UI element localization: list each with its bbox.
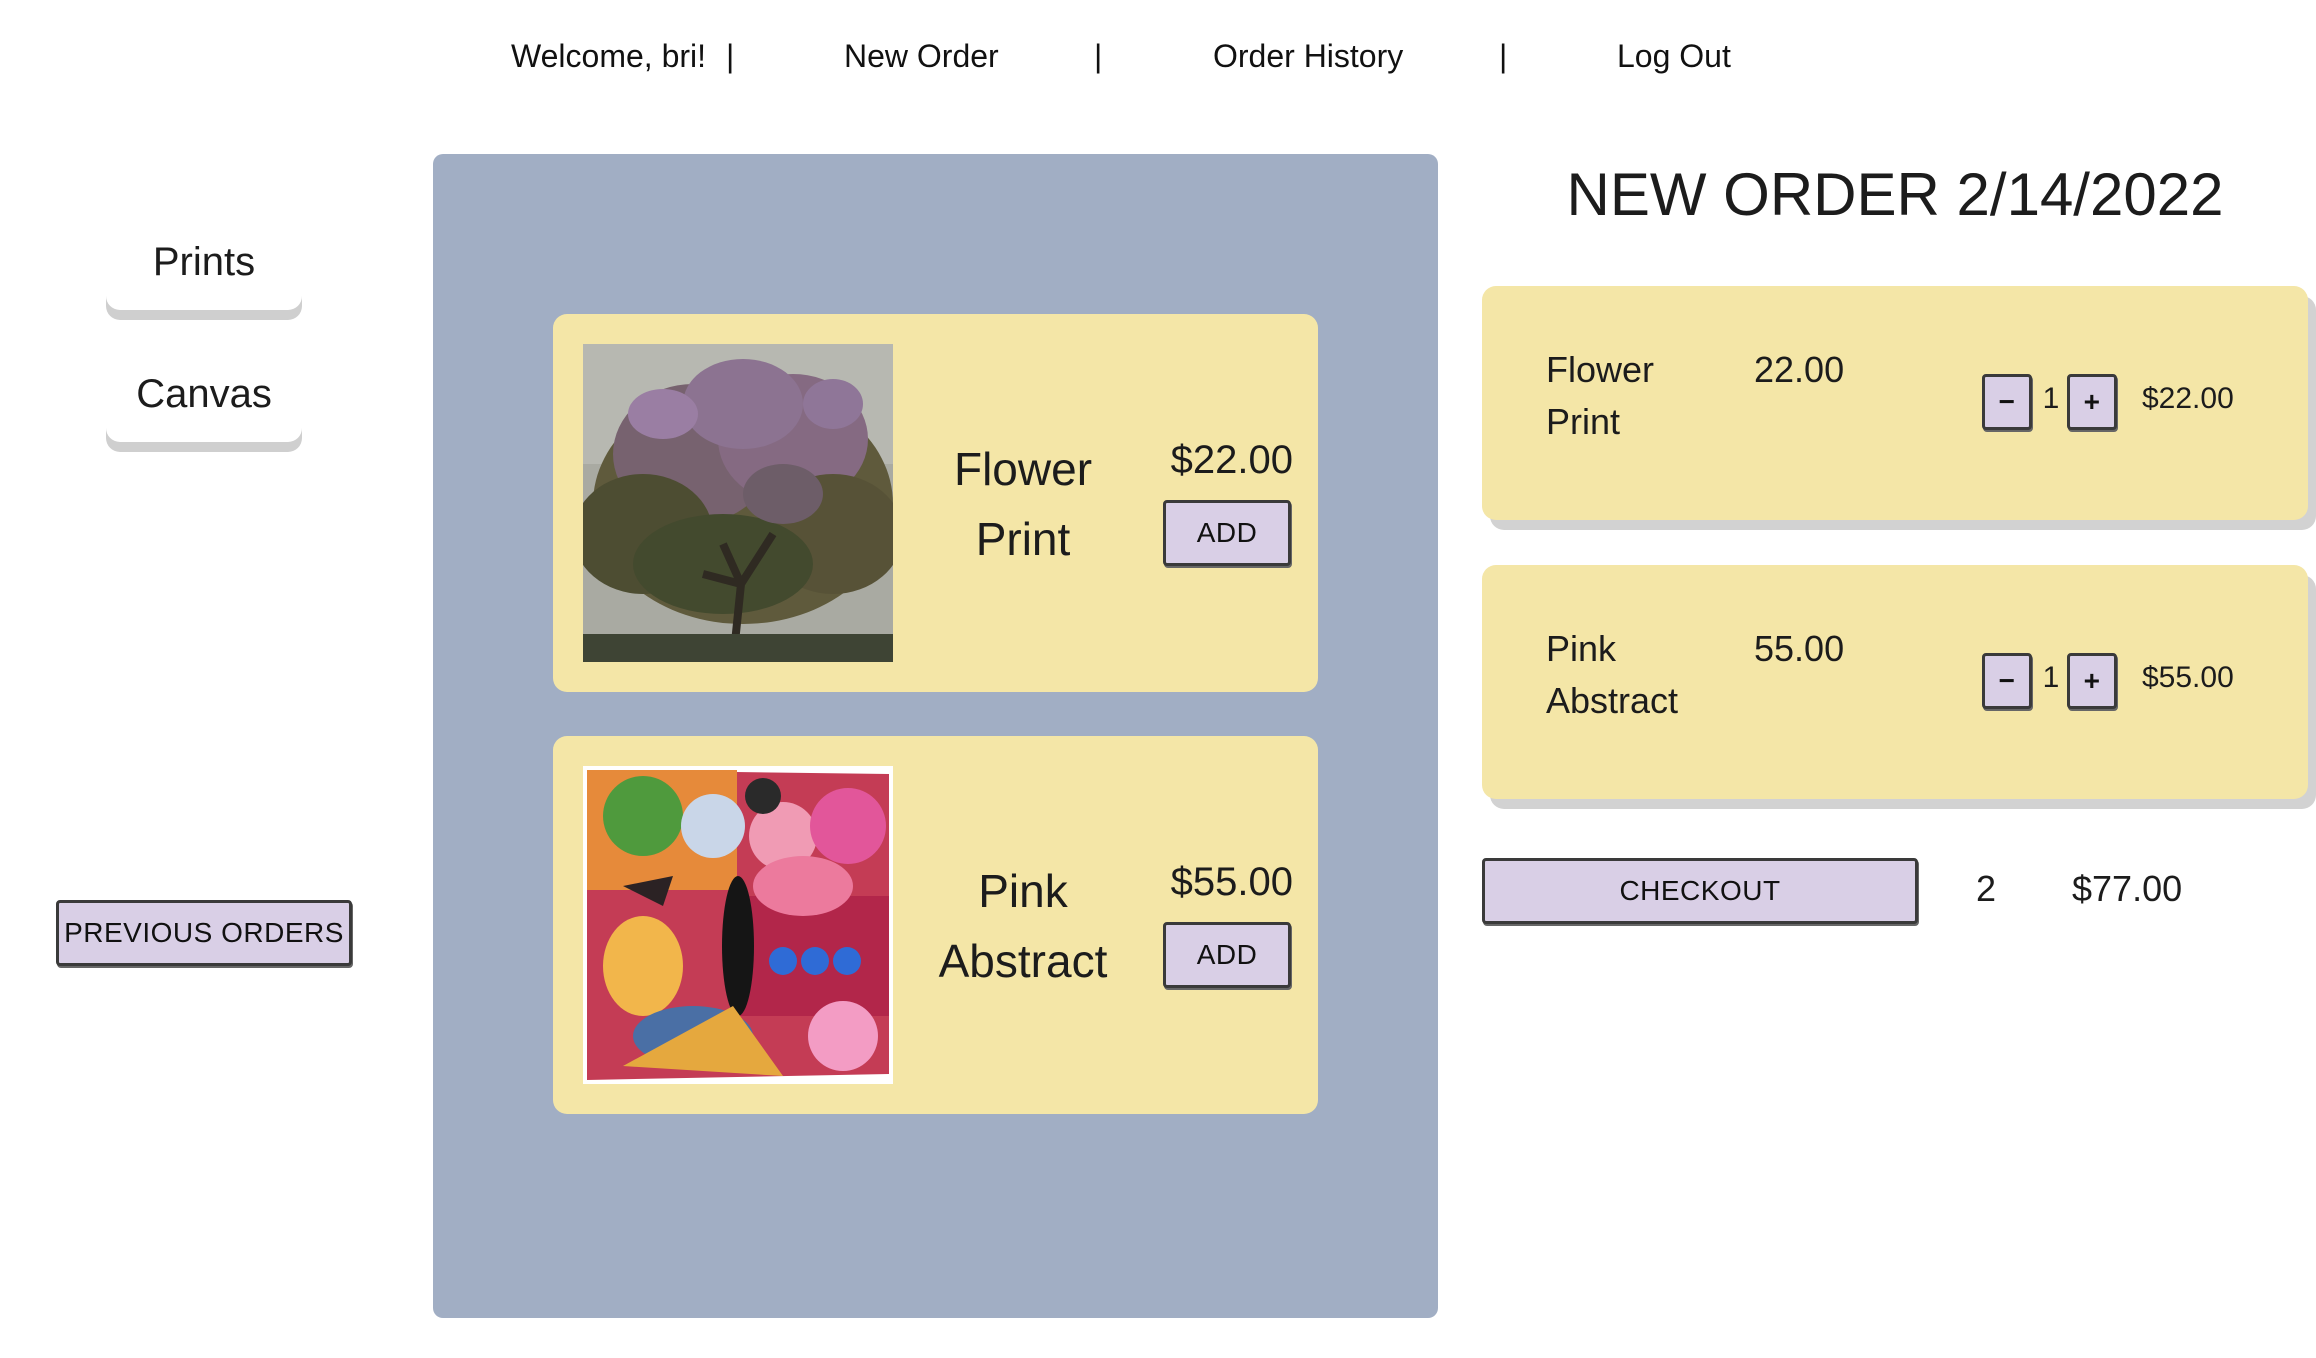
category-canvas-button[interactable]: Canvas [106,346,302,442]
nav-new-order-link[interactable]: New Order [844,36,999,76]
product-price: $22.00 [1170,438,1293,482]
previous-orders-button[interactable]: PREVIOUS ORDERS [56,900,352,966]
line-item-total: $22.00 [2142,382,2234,415]
product-name: Flower Print [923,434,1123,574]
flower-print-image [583,344,893,662]
product-card: Pink Abstract $55.00 ADD [553,736,1318,1114]
nav-separator: | [1499,38,1508,74]
line-item-name-line: Abstract [1546,680,1679,721]
line-item-quantity: 1 [2042,661,2060,694]
nav-separator: | [1094,38,1103,74]
decrease-quantity-button[interactable]: − [1982,653,2032,709]
line-item-unit-price: 55.00 [1754,628,1845,669]
increase-quantity-button[interactable]: + [2067,653,2117,709]
line-item-total: $55.00 [2142,661,2234,694]
add-to-order-button[interactable]: ADD [1163,500,1291,566]
line-item-name-line: Print [1546,401,1621,442]
order-item-count: 2 [1976,868,1997,909]
increase-quantity-button[interactable]: + [2067,374,2117,430]
order-title: NEW ORDER 2/14/2022 [1566,161,2224,228]
decrease-quantity-button[interactable]: − [1982,374,2032,430]
nav-separator: | [726,38,735,74]
line-item-quantity: 1 [2042,382,2060,415]
order-line-item: Flower Print 22.00 − 1 + $22.00 [1482,286,2308,520]
product-price: $55.00 [1170,860,1293,904]
checkout-button[interactable]: CHECKOUT [1482,858,1918,924]
welcome-text: Welcome, bri! [511,38,707,74]
line-item-name-line: Flower [1546,349,1655,390]
top-nav: Welcome, bri! | New Order | Order Histor… [0,0,2316,110]
category-prints-button[interactable]: Prints [106,214,302,310]
product-name-line: Flower [953,443,1093,495]
line-item-unit-price: 22.00 [1754,349,1845,390]
nav-log-out-link[interactable]: Log Out [1617,36,1731,76]
order-line-item: Pink Abstract 55.00 − 1 + $55.00 [1482,565,2308,799]
product-list-panel: Flower Print $22.00 ADD Pink Abstract $5… [433,154,1438,1318]
nav-order-history-link[interactable]: Order History [1213,36,1403,76]
product-name-line: Abstract [938,935,1108,987]
product-name-line: Pink [978,865,1068,917]
pink-abstract-image [583,766,893,1084]
line-item-name: Flower Print [1546,344,1706,448]
order-grand-total: $77.00 [2072,868,2183,909]
product-name: Pink Abstract [923,856,1123,996]
product-name-line: Print [975,513,1071,565]
product-card: Flower Print $22.00 ADD [553,314,1318,692]
add-to-order-button[interactable]: ADD [1163,922,1291,988]
line-item-name: Pink Abstract [1546,623,1706,727]
line-item-name-line: Pink [1546,628,1617,669]
